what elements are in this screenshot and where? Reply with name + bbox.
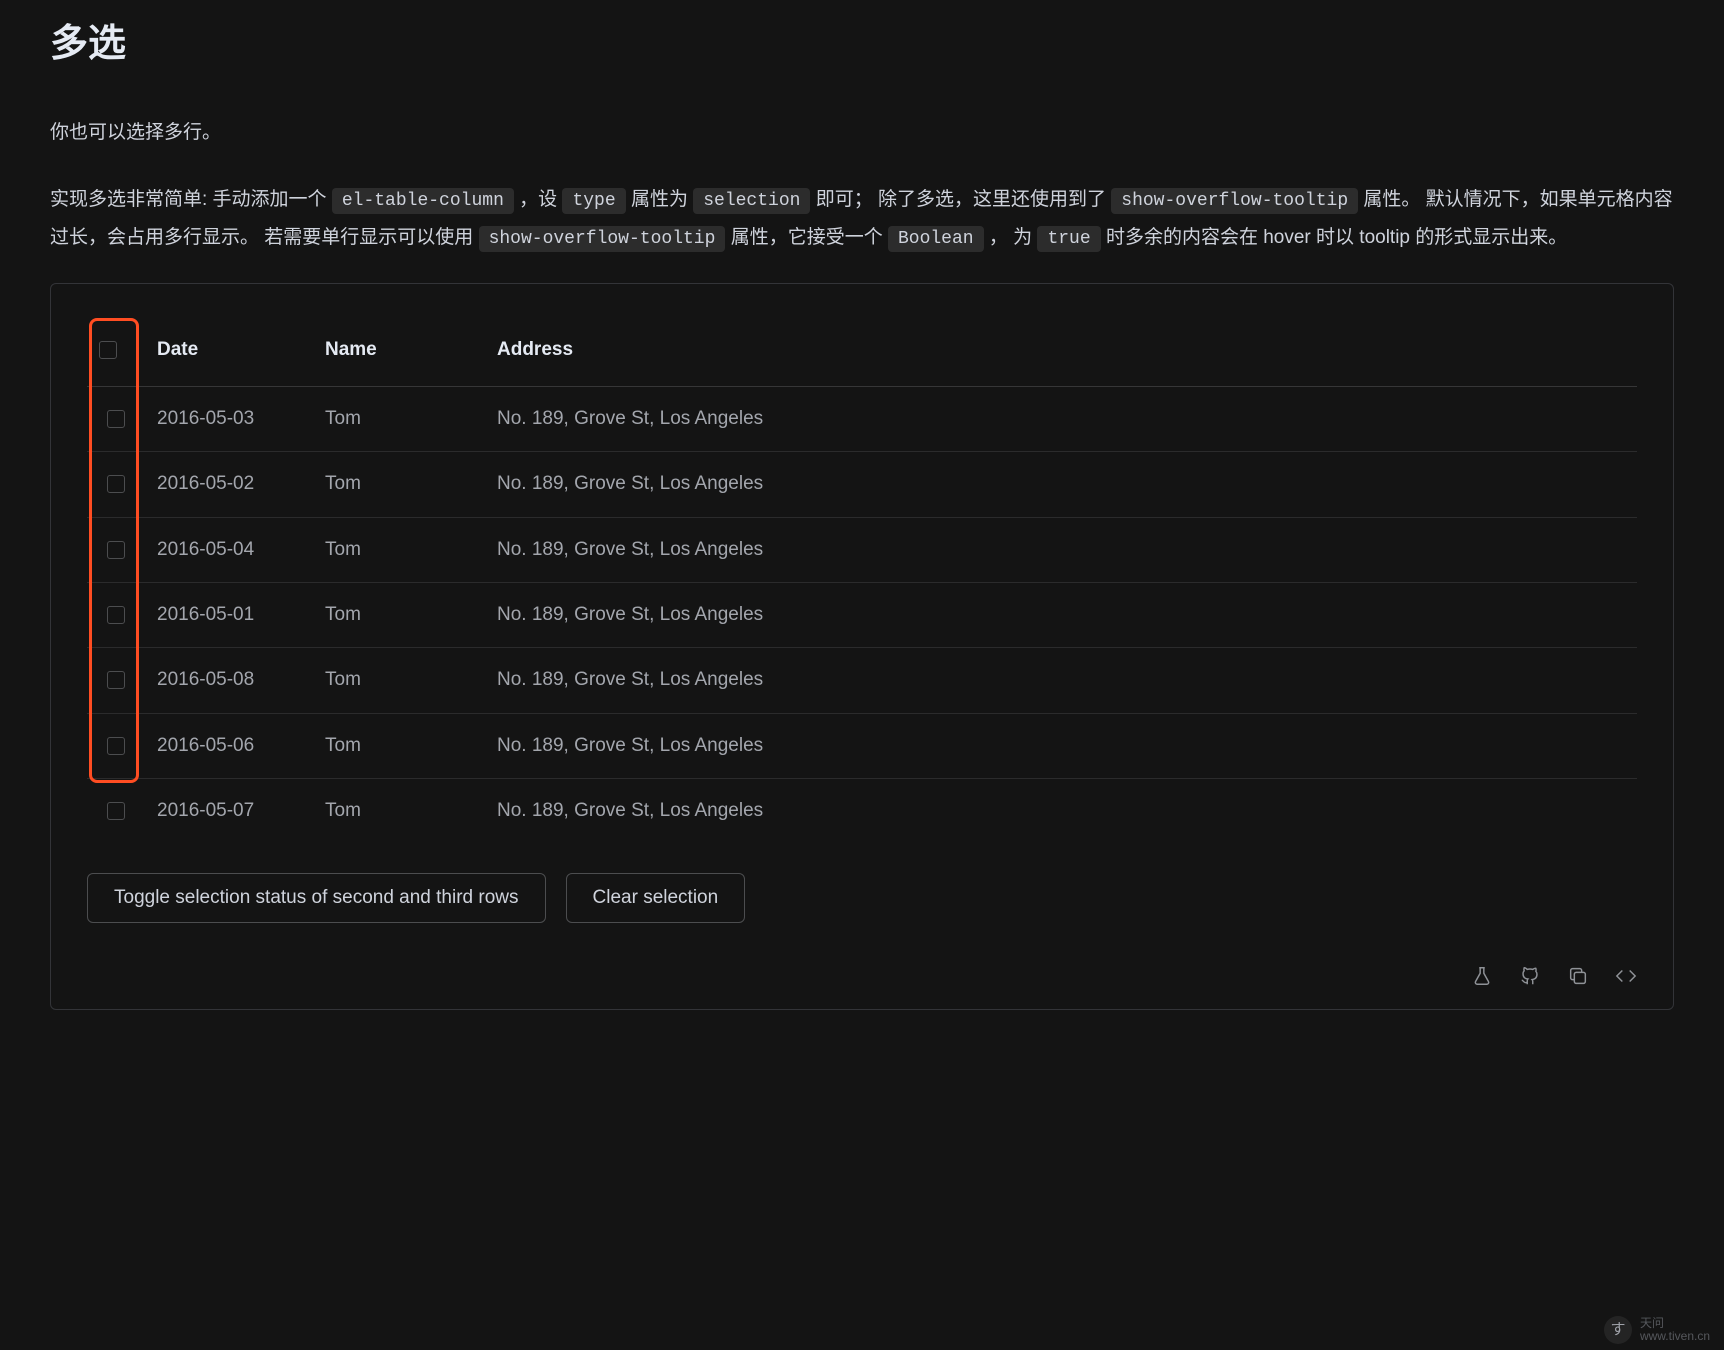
code-true: true (1037, 226, 1100, 252)
row-checkbox[interactable] (107, 541, 125, 559)
cell-address: No. 189, Grove St, Los Angeles (485, 583, 1637, 648)
cell-address: No. 189, Grove St, Los Angeles (485, 452, 1637, 517)
cell-address: No. 189, Grove St, Los Angeles (485, 713, 1637, 778)
cell-name: Tom (313, 452, 485, 517)
table-row: 2016-05-03 Tom No. 189, Grove St, Los An… (87, 387, 1637, 452)
cell-date: 2016-05-01 (145, 583, 313, 648)
code-type: type (562, 188, 625, 214)
row-checkbox[interactable] (107, 475, 125, 493)
cell-name: Tom (313, 778, 485, 843)
cell-date: 2016-05-02 (145, 452, 313, 517)
desc-text: 属性，它接受一个 (731, 227, 888, 248)
table-row: 2016-05-02 Tom No. 189, Grove St, Los An… (87, 452, 1637, 517)
flask-icon[interactable] (1471, 965, 1493, 987)
cell-name: Tom (313, 713, 485, 778)
copy-icon[interactable] (1567, 965, 1589, 987)
desc-text: ，设 (519, 189, 562, 210)
code-el-table-column: el-table-column (332, 188, 514, 214)
header-name: Name (313, 318, 485, 387)
cell-date: 2016-05-06 (145, 713, 313, 778)
desc-text: 时多余的内容会在 hover 时以 tooltip 的形式显示出来。 (1106, 227, 1567, 248)
code-icon[interactable] (1615, 965, 1637, 987)
desc-text: 即可； 除了多选，这里还使用到了 (816, 189, 1112, 210)
header-checkbox-cell (87, 318, 145, 387)
cell-date: 2016-05-08 (145, 648, 313, 713)
intro-text: 你也可以选择多行。 (50, 117, 1674, 149)
table-row: 2016-05-04 Tom No. 189, Grove St, Los An… (87, 517, 1637, 582)
table-header-row: Date Name Address (87, 318, 1637, 387)
code-show-overflow-tooltip: show-overflow-tooltip (479, 226, 726, 252)
table-row: 2016-05-08 Tom No. 189, Grove St, Los An… (87, 648, 1637, 713)
desc-text: ， 为 (989, 227, 1038, 248)
watermark-logo-icon: す (1604, 1316, 1632, 1344)
github-icon[interactable] (1519, 965, 1541, 987)
cell-name: Tom (313, 387, 485, 452)
cell-address: No. 189, Grove St, Los Angeles (485, 387, 1637, 452)
table-row: 2016-05-07 Tom No. 189, Grove St, Los An… (87, 778, 1637, 843)
cell-address: No. 189, Grove St, Los Angeles (485, 517, 1637, 582)
code-selection: selection (693, 188, 810, 214)
description-text: 实现多选非常简单: 手动添加一个 el-table-column ，设 type… (50, 181, 1674, 257)
table-wrapper: Date Name Address 2016-05-03 Tom No. 189… (87, 318, 1637, 843)
cell-date: 2016-05-03 (145, 387, 313, 452)
cell-name: Tom (313, 517, 485, 582)
demo-container: Date Name Address 2016-05-03 Tom No. 189… (50, 283, 1674, 1010)
cell-address: No. 189, Grove St, Los Angeles (485, 648, 1637, 713)
watermark: す 天问 www.tiven.cn (1604, 1316, 1710, 1344)
desc-text: 属性为 (631, 189, 693, 210)
watermark-text: 天问 www.tiven.cn (1640, 1317, 1710, 1343)
select-all-checkbox[interactable] (99, 341, 117, 359)
cell-date: 2016-05-07 (145, 778, 313, 843)
header-date: Date (145, 318, 313, 387)
header-address: Address (485, 318, 1637, 387)
row-checkbox[interactable] (107, 737, 125, 755)
section-heading: 多选 (50, 0, 1674, 77)
row-checkbox[interactable] (107, 802, 125, 820)
cell-name: Tom (313, 583, 485, 648)
data-table: Date Name Address 2016-05-03 Tom No. 189… (87, 318, 1637, 843)
code-boolean: Boolean (888, 226, 984, 252)
table-row: 2016-05-06 Tom No. 189, Grove St, Los An… (87, 713, 1637, 778)
row-checkbox[interactable] (107, 410, 125, 428)
cell-name: Tom (313, 648, 485, 713)
cell-address: No. 189, Grove St, Los Angeles (485, 778, 1637, 843)
desc-text: 实现多选非常简单: 手动添加一个 (50, 189, 332, 210)
cell-date: 2016-05-04 (145, 517, 313, 582)
table-row: 2016-05-01 Tom No. 189, Grove St, Los An… (87, 583, 1637, 648)
code-show-overflow-tooltip: show-overflow-tooltip (1111, 188, 1358, 214)
demo-actions-bar (87, 965, 1637, 987)
clear-selection-button[interactable]: Clear selection (566, 873, 746, 923)
toggle-selection-button[interactable]: Toggle selection status of second and th… (87, 873, 546, 923)
row-checkbox[interactable] (107, 671, 125, 689)
row-checkbox[interactable] (107, 606, 125, 624)
button-row: Toggle selection status of second and th… (87, 873, 1637, 923)
